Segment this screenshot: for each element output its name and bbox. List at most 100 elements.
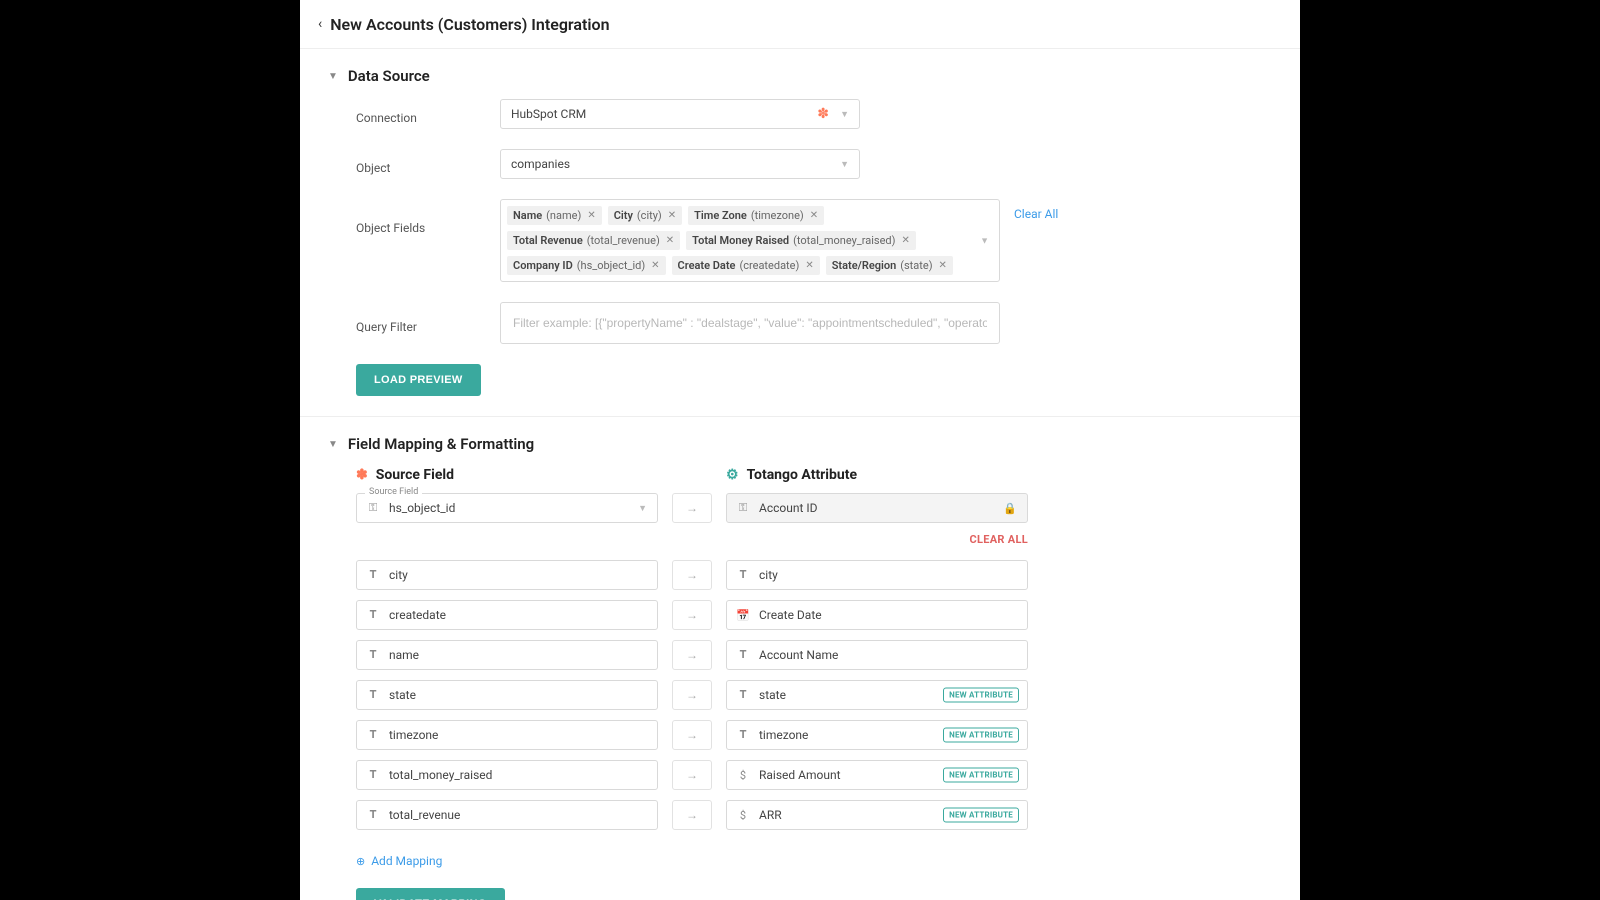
plus-icon: ⊕ bbox=[356, 855, 365, 868]
multiselect-object-fields[interactable]: ▼ Name (name)✕City (city)✕Time Zone (tim… bbox=[500, 199, 1000, 282]
load-preview-button[interactable]: LOAD PREVIEW bbox=[356, 364, 481, 396]
field-chip: Total Money Raised (total_money_raised)✕ bbox=[686, 231, 916, 250]
target-field-value: Create Date bbox=[759, 608, 822, 622]
source-field-select[interactable]: 𝐓name bbox=[356, 640, 658, 670]
close-icon[interactable]: ✕ bbox=[651, 260, 659, 271]
mapping-row: 𝐓state → 𝐓stateNEW ATTRIBUTE bbox=[356, 680, 1272, 710]
mapping-row: 𝐓timezone→𝐓timezoneNEW ATTRIBUTE bbox=[356, 720, 1272, 750]
close-icon[interactable]: ✕ bbox=[668, 210, 676, 221]
new-attribute-badge: NEW ATTRIBUTE bbox=[943, 808, 1019, 823]
source-field-value: state bbox=[389, 688, 416, 702]
target-key-value: Account ID bbox=[759, 501, 818, 515]
chip-api: (city) bbox=[637, 209, 662, 222]
target-field-select[interactable]: 𝐓stateNEW ATTRIBUTE bbox=[726, 680, 1028, 710]
arrow-right-icon: → bbox=[672, 680, 712, 710]
target-field-value: timezone bbox=[759, 728, 808, 742]
close-icon[interactable]: ✕ bbox=[939, 260, 947, 271]
fieldset-label: Source Field bbox=[365, 487, 422, 497]
text-type-icon: 𝐓 bbox=[367, 728, 379, 742]
close-icon[interactable]: ✕ bbox=[901, 235, 909, 246]
select-object-value: companies bbox=[511, 157, 570, 171]
chip-api: (total_revenue) bbox=[587, 234, 660, 247]
source-field-select[interactable]: 𝐓state bbox=[356, 680, 658, 710]
section-title: Data Source bbox=[348, 67, 430, 85]
chevron-down-icon: ▼ bbox=[638, 503, 647, 514]
key-icon: ⚿ bbox=[367, 501, 379, 515]
source-field-value: city bbox=[389, 568, 408, 582]
close-icon[interactable]: ✕ bbox=[666, 235, 674, 246]
label-connection: Connection bbox=[356, 103, 500, 125]
source-field-select[interactable]: 𝐓total_money_raised bbox=[356, 760, 658, 790]
source-key-select[interactable]: Source Field ⚿ hs_object_id ▼ bbox=[356, 493, 658, 523]
money-type-icon: $ bbox=[737, 769, 749, 782]
select-connection-value: HubSpot CRM bbox=[511, 107, 586, 121]
query-filter-input[interactable] bbox=[500, 302, 1000, 344]
validate-mapping-button[interactable]: VALIDATE MAPPING bbox=[356, 888, 505, 900]
chip-label: City bbox=[614, 209, 633, 222]
text-type-icon: 𝐓 bbox=[367, 768, 379, 782]
source-field-select[interactable]: 𝐓total_revenue bbox=[356, 800, 658, 830]
app-window: ‹ New Accounts (Customers) Integration ▼… bbox=[300, 0, 1300, 900]
arrow-right-icon: → bbox=[672, 493, 712, 523]
text-type-icon: 𝐓 bbox=[367, 608, 379, 622]
source-field-value: name bbox=[389, 648, 419, 662]
target-field-select[interactable]: $Raised AmountNEW ATTRIBUTE bbox=[726, 760, 1028, 790]
chip-api: (createdate) bbox=[739, 259, 799, 272]
hubspot-icon: ✽ bbox=[356, 467, 368, 483]
arrow-right-icon: → bbox=[672, 560, 712, 590]
target-field-select[interactable]: 𝐓timezoneNEW ATTRIBUTE bbox=[726, 720, 1028, 750]
field-chip: Create Date (createdate)✕ bbox=[672, 256, 820, 275]
page-title: New Accounts (Customers) Integration bbox=[330, 15, 609, 34]
text-type-icon: 𝐓 bbox=[367, 568, 379, 582]
field-chip: Time Zone (timezone) ✕ bbox=[688, 206, 824, 225]
chevron-down-icon: ▼ bbox=[840, 109, 849, 120]
chip-api: (hs_object_id) bbox=[577, 259, 645, 272]
close-icon[interactable]: ✕ bbox=[810, 210, 818, 221]
field-chip: Company ID (hs_object_id) ✕ bbox=[507, 256, 666, 275]
close-icon[interactable]: ✕ bbox=[805, 260, 813, 271]
chip-label: Time Zone bbox=[694, 209, 747, 222]
source-field-select[interactable]: 𝐓city bbox=[356, 560, 658, 590]
field-chip: Name (name)✕ bbox=[507, 206, 602, 225]
chip-label: Total Money Raised bbox=[692, 234, 789, 247]
section-title: Field Mapping & Formatting bbox=[348, 435, 534, 453]
mapping-body: ✽ Source Field ⚙ Totango Attribute Sourc… bbox=[328, 467, 1272, 900]
new-attribute-badge: NEW ATTRIBUTE bbox=[943, 688, 1019, 703]
source-header-label: Source Field bbox=[376, 467, 454, 483]
add-mapping-label: Add Mapping bbox=[371, 854, 442, 868]
chevron-down-icon[interactable]: ▼ bbox=[328, 439, 338, 450]
target-field-select[interactable]: 📅Create Date bbox=[726, 600, 1028, 630]
target-field-select[interactable]: 𝐓Account Name bbox=[726, 640, 1028, 670]
source-field-select[interactable]: 𝐓createdate bbox=[356, 600, 658, 630]
hubspot-icon: ✽ bbox=[817, 106, 829, 122]
add-mapping-button[interactable]: ⊕ Add Mapping bbox=[356, 854, 442, 868]
chip-label: Company ID bbox=[513, 259, 573, 272]
clear-all-link[interactable]: Clear All bbox=[1014, 199, 1058, 221]
source-field-select[interactable]: 𝐓timezone bbox=[356, 720, 658, 750]
data-source-body: Connection HubSpot CRM ✽ ▼ Object compan… bbox=[328, 99, 1272, 396]
close-icon[interactable]: ✕ bbox=[587, 210, 595, 221]
chip-api: (timezone) bbox=[751, 209, 804, 222]
arrow-right-icon: → bbox=[672, 800, 712, 830]
chevron-down-icon[interactable]: ▼ bbox=[328, 71, 338, 82]
target-header-label: Totango Attribute bbox=[747, 467, 857, 483]
select-connection[interactable]: HubSpot CRM ✽ ▼ bbox=[500, 99, 860, 129]
mapping-row: 𝐓city → 𝐓city bbox=[356, 560, 1272, 590]
select-object[interactable]: companies ▼ bbox=[500, 149, 860, 179]
lock-icon: 🔒 bbox=[1003, 502, 1017, 515]
source-field-value: total_money_raised bbox=[389, 768, 492, 782]
clear-all-button[interactable]: CLEAR ALL bbox=[356, 533, 1028, 546]
back-icon[interactable]: ‹ bbox=[318, 17, 322, 31]
field-chip: City (city) ✕ bbox=[608, 206, 682, 225]
source-field-value: timezone bbox=[389, 728, 438, 742]
mapping-row: 𝐓total_money_raised→$Raised AmountNEW AT… bbox=[356, 760, 1272, 790]
target-field-select[interactable]: $ARRNEW ATTRIBUTE bbox=[726, 800, 1028, 830]
label-object-fields: Object Fields bbox=[356, 199, 500, 235]
row-query-filter: Query Filter bbox=[356, 302, 1272, 344]
section-heading-mapping: ▼ Field Mapping & Formatting bbox=[328, 435, 1272, 453]
totango-icon: ⚙ bbox=[726, 467, 739, 483]
section-heading-data-source: ▼ Data Source bbox=[328, 67, 1272, 85]
row-connection: Connection HubSpot CRM ✽ ▼ bbox=[356, 99, 1272, 129]
target-field-select[interactable]: 𝐓city bbox=[726, 560, 1028, 590]
mapping-rows-container: 𝐓city → 𝐓city 𝐓createdate → 📅Create Date 𝐓name… bbox=[356, 560, 1272, 830]
